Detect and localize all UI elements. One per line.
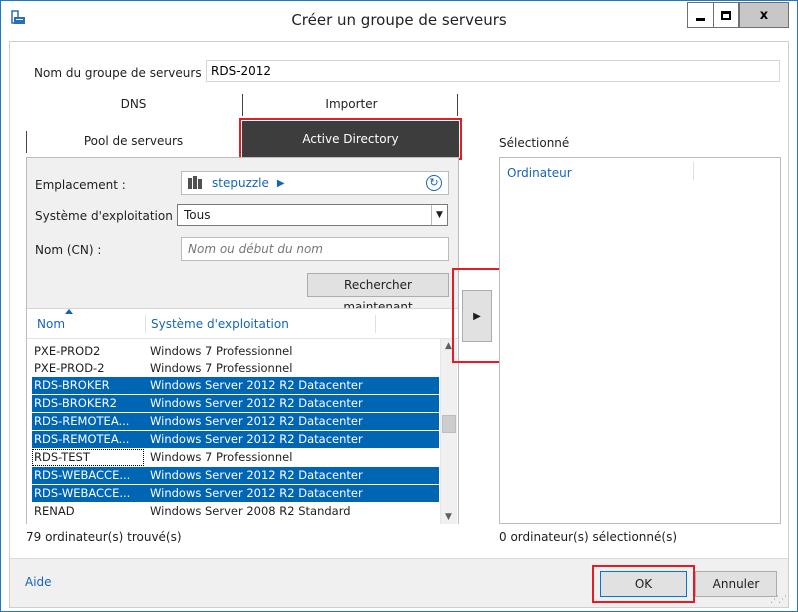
tab-divider (242, 94, 243, 116)
chevron-right-icon[interactable]: ▶ (277, 178, 285, 189)
location-label: Emplacement : (35, 178, 126, 192)
minimize-button[interactable] (687, 2, 713, 28)
row-name: RENAD (34, 504, 75, 518)
highlight-active-directory (239, 118, 462, 160)
column-header-name[interactable]: Nom (37, 317, 65, 331)
column-divider (693, 162, 694, 180)
title-bar[interactable]: Créer un groupe de serveurs x (1, 1, 797, 41)
group-name-input[interactable] (206, 60, 780, 82)
tab-server-pool[interactable]: Pool de serveurs (26, 134, 241, 154)
table-row[interactable]: RDS-TEST Windows 7 Professionnel (32, 449, 439, 466)
row-os: Windows Server 2012 R2 Datacenter (150, 414, 363, 428)
table-row[interactable]: RENAD Windows Server 2008 R2 Standard (32, 503, 439, 520)
resize-grip-icon[interactable]: ⋰⋰ (770, 595, 787, 605)
table-row[interactable]: RDS-REMOTEA... Windows Server 2012 R2 Da… (32, 431, 439, 448)
cancel-button[interactable]: Annuler (695, 571, 777, 597)
maximize-button[interactable] (713, 2, 739, 28)
os-select-value: Tous (184, 208, 211, 222)
close-icon: x (759, 7, 769, 23)
row-os: Windows Server 2012 R2 Datacenter (150, 486, 363, 500)
row-os: Windows 7 Professionnel (150, 344, 293, 358)
found-count: 79 ordinateur(s) trouvé(s) (26, 530, 182, 544)
os-select[interactable]: Tous ▼ (177, 204, 448, 226)
cn-input[interactable]: Nom ou début du nom (181, 237, 449, 261)
table-row[interactable]: RDS-BROKER Windows Server 2012 R2 Datace… (32, 377, 439, 394)
row-os: Windows Server 2008 R2 Standard (150, 504, 351, 518)
row-name: RDS-REMOTEA... (34, 432, 130, 446)
os-label: Système d'exploitation : (35, 209, 181, 223)
column-header-os[interactable]: Système d'exploitation (151, 317, 289, 331)
row-name: PXE-PROD2 (34, 344, 101, 358)
column-header-computer[interactable]: Ordinateur (507, 166, 572, 180)
scroll-down-icon[interactable]: ▼ (445, 512, 452, 522)
location-picker[interactable]: stepuzzle ▶ ↻ (181, 171, 449, 195)
column-divider (375, 315, 376, 333)
tab-divider (457, 94, 458, 116)
sort-ascending-icon (65, 309, 73, 314)
row-os: Windows 7 Professionnel (150, 450, 293, 464)
results-list-header: Nom Système d'exploitation (27, 308, 458, 339)
row-os: Windows Server 2012 R2 Datacenter (150, 432, 363, 446)
table-row[interactable]: RDS-WEBACCE... Windows Server 2012 R2 Da… (32, 467, 439, 484)
help-link[interactable]: Aide (25, 575, 52, 589)
minimize-icon (696, 17, 705, 21)
selected-panel-title: Sélectionné (499, 136, 570, 150)
row-name: PXE-PROD-2 (34, 361, 105, 375)
list-scrollbar[interactable]: ▲ ▼ (440, 339, 457, 524)
group-name-label: Nom du groupe de serveurs (34, 66, 202, 80)
row-name: RDS-WEBACCE... (34, 468, 131, 482)
table-row[interactable]: PXE-PROD-2 Windows 7 Professionnel (32, 360, 439, 377)
close-button[interactable]: x (739, 2, 789, 28)
table-row[interactable]: RDS-REMOTEA... Windows Server 2012 R2 Da… (32, 413, 439, 430)
row-name: RDS-WEBACCE... (34, 486, 131, 500)
results-list[interactable]: PXE-PROD2 Windows 7 Professionnel PXE-PR… (27, 339, 458, 524)
dialog-footer: Aide OK Annuler ⋰⋰ (10, 558, 788, 607)
row-os: Windows 7 Professionnel (150, 361, 293, 375)
search-now-button[interactable]: Rechercher maintenant (307, 273, 449, 314)
window-title: Créer un groupe de serveurs (291, 11, 507, 29)
scrollbar-thumb[interactable] (442, 415, 456, 433)
table-row[interactable]: RDS-BROKER2 Windows Server 2012 R2 Datac… (32, 395, 439, 412)
table-row[interactable]: PXE-PROD2 Windows 7 Professionnel (32, 343, 439, 360)
refresh-icon[interactable]: ↻ (426, 175, 442, 191)
row-name: RDS-BROKER2 (34, 396, 117, 410)
row-name: RDS-REMOTEA... (34, 414, 130, 428)
chevron-down-icon[interactable]: ▼ (431, 205, 447, 225)
table-row[interactable]: RDS-WEBACCE... Windows Server 2012 R2 Da… (32, 485, 439, 502)
row-os: Windows Server 2012 R2 Datacenter (150, 468, 363, 482)
row-os: Windows Server 2012 R2 Datacenter (150, 396, 363, 410)
selected-count: 0 ordinateur(s) sélectionné(s) (499, 530, 678, 544)
row-name: RDS-TEST (32, 449, 144, 466)
dialog-body: Nom du groupe de serveurs DNS Importer P… (9, 41, 789, 608)
highlight-add-button (452, 268, 503, 363)
tab-dns[interactable]: DNS (26, 97, 241, 117)
active-directory-panel: Emplacement : stepuzzle ▶ ↻ Système d'ex… (26, 157, 459, 524)
scroll-up-icon[interactable]: ▲ (445, 341, 452, 351)
domain-icon (188, 176, 202, 189)
row-name: RDS-BROKER (34, 378, 110, 392)
selected-list[interactable]: Ordinateur (499, 157, 781, 524)
create-server-group-dialog: Créer un groupe de serveurs x Nom du gro… (0, 0, 798, 612)
cn-label: Nom (CN) : (35, 243, 102, 257)
highlight-ok-button (592, 565, 695, 603)
maximize-icon (721, 10, 731, 20)
location-value[interactable]: stepuzzle (212, 176, 269, 190)
column-divider (145, 315, 146, 333)
row-os: Windows Server 2012 R2 Datacenter (150, 378, 363, 392)
tab-import[interactable]: Importer (244, 97, 459, 117)
